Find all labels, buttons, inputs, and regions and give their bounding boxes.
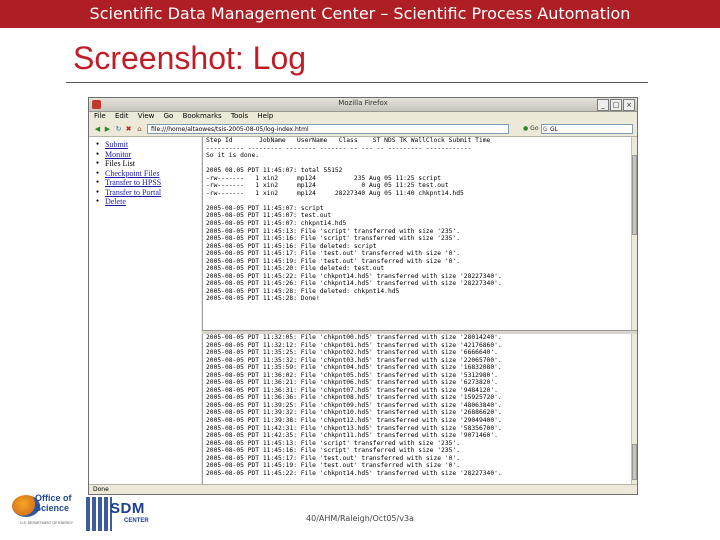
close-button[interactable]: × <box>623 99 635 111</box>
log-line: 2005-08-05 PDT 11:45:28: Done! <box>206 295 320 303</box>
log-line: 2005-08-05 PDT 11:36:02: File 'chkpnt05.… <box>206 371 498 379</box>
log-line: ---------- --------- -------- ------- --… <box>206 144 472 152</box>
log-line: So it is done. <box>206 152 260 160</box>
log-line: 2005-08-05 PDT 11:45:13: File 'script' t… <box>206 227 461 235</box>
window-title: Mozilla Firefox <box>338 99 388 107</box>
office-of-science-logo: Office of Science U.S. DEPARTMENT OF ENE… <box>12 493 78 529</box>
log-line: 2005-08-05 PDT 11:45:20: File deleted: t… <box>206 265 385 273</box>
log-line: -rw------- 1 xin2 mp124 28227340 Aug 05 … <box>206 189 464 197</box>
log-line: 2005-08-05 PDT 11:45:07: script <box>206 204 324 212</box>
log-text-top: Step Id JobName UserName Class ST NDS TK… <box>203 137 632 303</box>
log-line: 2005-08-05 PDT 11:42:31: File 'chkpnt13.… <box>206 424 502 432</box>
log-line: 2005-08-05 PDT 11:32:12: File 'chkpnt01.… <box>206 341 502 349</box>
browser-window: Mozilla Firefox _ □ × File Edit View Go … <box>88 97 638 495</box>
navigation-toolbar: ◀ ▶ ↻ ✖ ⌂ file:///home/altaowes/tsis-200… <box>89 122 637 137</box>
log-line: 2005 08.05 PDT 11:45:07: total 55152 <box>206 167 343 175</box>
nav-link-transfer-portal[interactable]: Transfer to Portal <box>96 188 201 198</box>
maximize-button[interactable]: □ <box>610 99 622 111</box>
log-line: 2005-08-05 PDT 11:45:13: File 'script' t… <box>206 439 461 447</box>
log-line: 2005-08-05 PDT 11:42:35: File 'chkpnt11.… <box>206 432 498 440</box>
menu-help[interactable]: Help <box>257 112 273 120</box>
search-input[interactable]: G GL <box>541 124 633 134</box>
banner: Scientific Data Management Center – Scie… <box>0 0 720 28</box>
log-line: 2005-08-05 PDT 11:45:07: test.out <box>206 212 332 220</box>
menu-go[interactable]: Go <box>164 112 174 120</box>
back-icon[interactable]: ◀ <box>93 125 102 134</box>
log-line: 2005-08-05 PDT 11:45:22: File 'chkpnt14.… <box>206 469 502 477</box>
log-line: -rw------- 1 xin2 mp124 0 Aug 05 11:25 t… <box>206 182 449 190</box>
menu-edit[interactable]: Edit <box>115 112 129 120</box>
log-line: 2005-08-05 PDT 11:45:16: File deleted: s… <box>206 242 377 250</box>
reload-icon[interactable]: ↻ <box>114 125 123 134</box>
go-icon: ● <box>523 125 529 132</box>
nav-link-monitor[interactable]: Monitor <box>96 150 201 160</box>
log-frame-bottom: 2005-08-05 PDT 11:32:05: File 'chkpnt00.… <box>202 334 632 484</box>
log-line: 2005-08-05 PDT 11:45:17: File 'test.out'… <box>206 454 461 462</box>
footer-text: 40/AHM/Raleigh/Oct05/v3a <box>306 514 414 523</box>
log-line: 2005-08-05 PDT 11:45:16: File 'script' t… <box>206 235 461 243</box>
search-value: GL <box>550 126 558 133</box>
log-text-bottom: 2005-08-05 PDT 11:32:05: File 'chkpnt00.… <box>203 334 632 477</box>
scrollbar-bottom[interactable] <box>631 334 637 484</box>
nav-link-transfer-hpss[interactable]: Transfer to HPSS <box>96 178 201 188</box>
log-line: 2005-08-05 PDT 11:35:32: File 'chkpnt03.… <box>206 356 502 364</box>
slide-title: Screenshot: Log <box>73 40 307 76</box>
log-line: 2005-08-05 PDT 11:45:26: File 'chkpnt14.… <box>206 280 502 288</box>
title-divider <box>66 82 648 83</box>
log-line: 2005-08-05 PDT 11:36:21: File 'chkpnt06.… <box>206 379 498 387</box>
log-line: 2005-08-05 PDT 11:39:32: File 'chkpnt10.… <box>206 409 502 417</box>
log-line: 2005-08-05 PDT 11:39:25: File 'chkpnt09.… <box>206 401 502 409</box>
stop-icon[interactable]: ✖ <box>124 125 133 134</box>
nav-link-checkpoint-files[interactable]: Checkpoint Files <box>96 169 201 179</box>
url-input[interactable]: file:///home/altaowes/tsis-2005-08-05/lo… <box>147 124 509 134</box>
forward-icon[interactable]: ▶ <box>103 125 112 134</box>
go-label: Go <box>530 125 539 132</box>
menu-bar: File Edit View Go Bookmarks Tools Help <box>89 111 637 122</box>
office-of-science-logo-text: Office of Science <box>35 493 72 513</box>
nav-frame: Submit Monitor Files List Checkpoint Fil… <box>89 137 201 484</box>
scrollbar-thumb-bottom[interactable] <box>632 444 637 480</box>
go-button[interactable]: ● Go <box>523 124 539 134</box>
log-line: 2005-08-05 PDT 11:45:28: File deleted: c… <box>206 287 400 295</box>
status-bar: Done <box>89 484 637 494</box>
log-line: 2005-08-05 PDT 11:45:19: File 'test.out'… <box>206 462 461 470</box>
menu-view[interactable]: View <box>138 112 155 120</box>
nav-link-delete[interactable]: Delete <box>96 197 201 207</box>
log-line: 2005-08-05 PDT 11:45:07: chkpnt14.hd5 <box>206 220 347 228</box>
log-line: 2005-08-05 PDT 11:45:22: File 'chkpnt14.… <box>206 272 502 280</box>
minimize-button[interactable]: _ <box>597 99 609 111</box>
menu-tools[interactable]: Tools <box>231 112 248 120</box>
log-line: 2005-08-05 PDT 11:36:36: File 'chkpnt08.… <box>206 394 502 402</box>
log-frame-top: Step Id JobName UserName Class ST NDS TK… <box>202 137 632 330</box>
nav-link-list: Submit Monitor Files List Checkpoint Fil… <box>89 137 201 207</box>
nav-link-submit[interactable]: Submit <box>96 140 201 150</box>
log-line: 2005-08-05 PDT 11:36:31: File 'chkpnt07.… <box>206 386 498 394</box>
log-line: 2005-08-05 PDT 11:35:59: File 'chkpnt04.… <box>206 364 502 372</box>
log-line: 2005-08-05 PDT 11:45:17: File 'test.out'… <box>206 250 461 258</box>
log-line: 2005-08-05 PDT 11:35:25: File 'chkpnt02.… <box>206 349 498 357</box>
log-line: 2005-08-05 PDT 11:45:19: File 'test.out'… <box>206 257 461 265</box>
menu-file[interactable]: File <box>94 112 106 120</box>
log-line: 2005-08-05 PDT 11:45:16: File 'script' t… <box>206 447 461 455</box>
log-line: -rw------- 1 xin2 mp124 235 Aug 05 11:25… <box>206 174 442 182</box>
scrollbar-thumb-top[interactable] <box>632 155 637 235</box>
log-line: 2005-08-05 PDT 11:39:38: File 'chkpnt12.… <box>206 417 502 425</box>
search-icon: G <box>543 126 548 133</box>
log-line: 2005-08-05 PDT 11:32:05: File 'chkpnt00.… <box>206 334 502 341</box>
nav-item-files-list: Files List <box>96 159 201 169</box>
log-line: Step Id JobName UserName Class ST NDS TK… <box>206 137 491 144</box>
window-titlebar: Mozilla Firefox _ □ × <box>89 98 637 112</box>
menu-bookmarks[interactable]: Bookmarks <box>183 112 222 120</box>
home-icon[interactable]: ⌂ <box>135 125 144 134</box>
scrollbar-top[interactable] <box>631 137 637 330</box>
